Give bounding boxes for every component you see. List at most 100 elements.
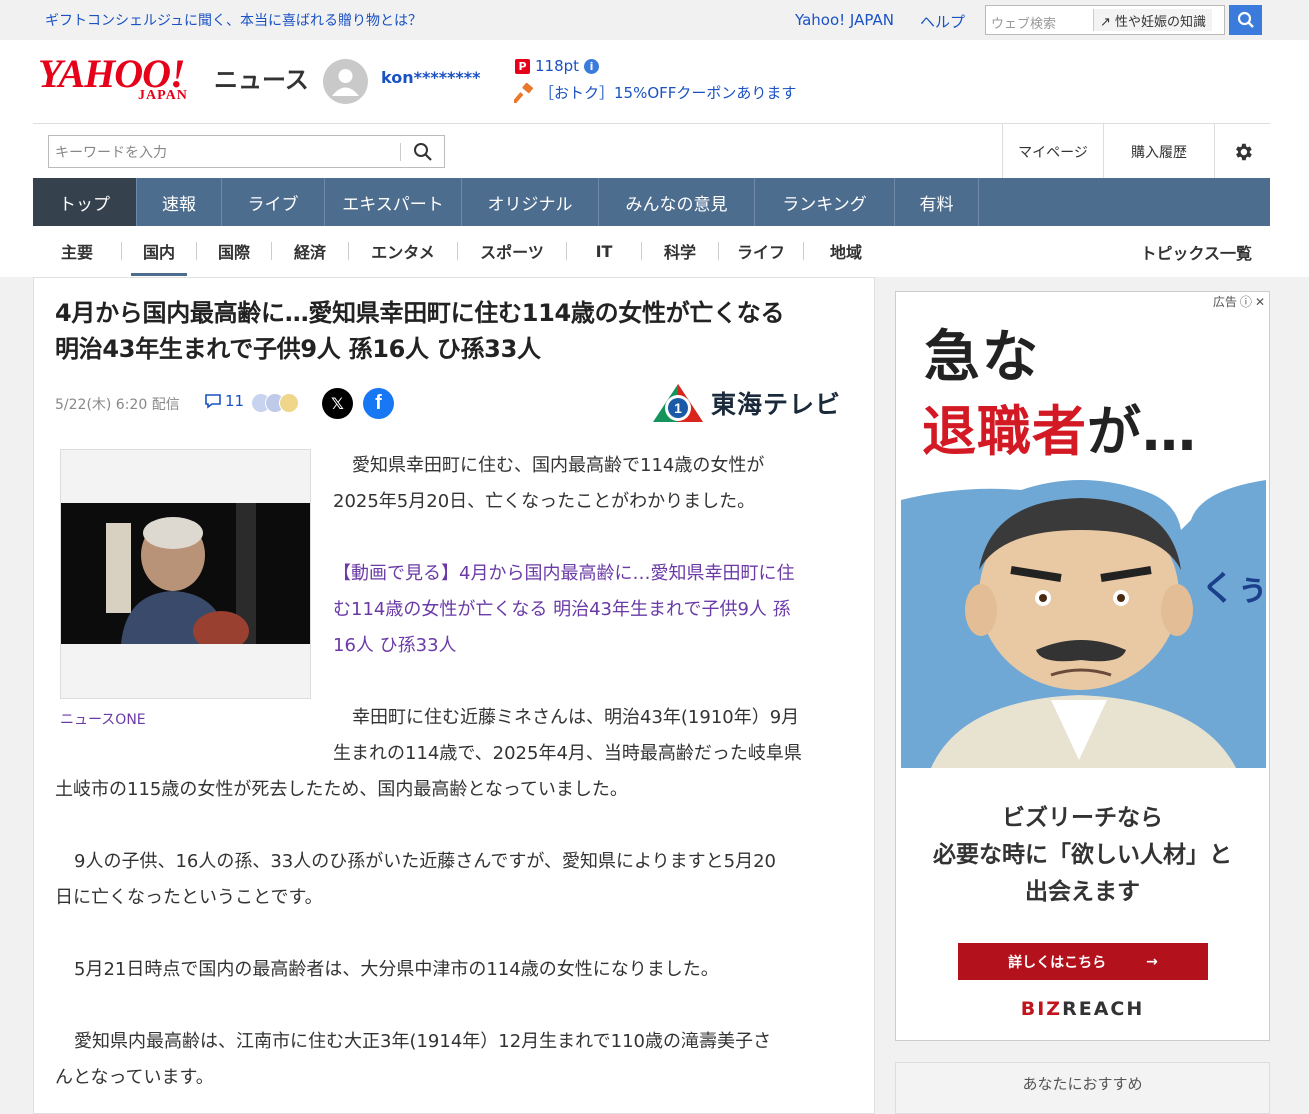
mypage-link[interactable]: マイページ (1002, 124, 1103, 179)
comment-icon (205, 394, 221, 409)
topics-list-link[interactable]: トピックス一覧 (1140, 240, 1252, 264)
paragraph-4: 5月21日時点で国内の最高齢者は、大分県中津市の114歳の女性になりました。 (74, 959, 719, 980)
paragraph-3-line1: 9人の子供、16人の孫、33人のひ孫がいた近藤さんですが、愛知県によりますと5月… (74, 851, 776, 872)
ad-copy-line1: ビズリーチなら (1002, 805, 1163, 831)
ad-headline-2: 退職者が… (922, 387, 1197, 466)
user-icon (332, 69, 359, 96)
ad-headline-1: 急な (924, 325, 1040, 390)
keyword-placeholder: キーワードを入力 (55, 145, 167, 161)
photo-caption[interactable]: ニュースONE (60, 709, 146, 729)
yahoo-news-logo[interactable]: YAHOO! JAPAN ニュース (38, 54, 309, 104)
category-entertainment[interactable]: エンタメ (349, 226, 457, 276)
nav-breaking[interactable]: 速報 (137, 178, 222, 226)
keyword-search-input[interactable]: キーワードを入力 (48, 135, 445, 168)
paypay-points-icon: P (515, 58, 530, 74)
top-bar: ギフトコンシェルジュに聞く、本当に喜ばれる贈り物とは？ Yahoo! JAPAN… (33, 0, 1270, 40)
web-search-input[interactable]: ウェブ検索 ↗ 性や妊娠の知識 (985, 5, 1225, 35)
category-main[interactable]: 主要 (33, 226, 121, 276)
coupon-label: ［おトク］15%OFFクーポンあります (539, 84, 797, 102)
nav-live[interactable]: ライブ (222, 178, 325, 226)
article-title: 4月から国内最高齢に…愛知県幸田町に住む114歳の女性が亡くなる 明治43年生ま… (55, 295, 863, 367)
ad-headline-2-black: が… (1087, 400, 1197, 463)
category-international[interactable]: 国際 (197, 226, 271, 276)
nav-opinions[interactable]: みんなの意見 (599, 178, 755, 226)
category-sports[interactable]: スポーツ (458, 226, 566, 276)
close-icon[interactable]: ✕ (1255, 295, 1265, 309)
video-link-line3: 16人 ひ孫33人 (333, 635, 457, 656)
elderly-woman-photo-icon (61, 503, 310, 644)
category-life[interactable]: ライフ (719, 226, 803, 276)
avatar[interactable] (323, 59, 368, 104)
ad-brand-logo: BIZREACH (896, 998, 1269, 1020)
category-nav: 主要 国内 国際 経済 エンタメ スポーツ IT 科学 ライフ 地域 トピックス… (33, 226, 1270, 276)
ad-copy-line3: 出会えます (1025, 879, 1140, 905)
gear-icon (1235, 143, 1252, 160)
nav-top[interactable]: トップ (33, 178, 137, 226)
paragraph-2: 幸田町に住む近藤ミネさんは、明治43年(1910年）9月 生まれの114歳で、2… (333, 700, 802, 772)
source-name: 東海テレビ (711, 390, 842, 419)
points-display[interactable]: P 118pt i (515, 57, 600, 75)
search-icon (1237, 11, 1254, 28)
photo-image (61, 503, 310, 644)
share-facebook-button[interactable]: f (363, 388, 394, 419)
video-link-line2: む114歳の女性が亡くなる 明治43年生まれで子供9人 孫 (333, 599, 791, 620)
category-region[interactable]: 地域 (804, 226, 888, 276)
help-link[interactable]: ヘルプ (920, 11, 965, 32)
publish-date: 5/22(木) 6:20 配信 (55, 397, 180, 413)
video-link[interactable]: 【動画で見る】4月から国内最高齢に…愛知県幸田町に住 む114歳の女性が亡くなる… (333, 556, 794, 664)
paragraph-3: 9人の子供、16人の孫、33人のひ孫がいた近藤さんですが、愛知県によりますと5月… (55, 844, 776, 916)
category-domestic[interactable]: 国内 (131, 226, 187, 276)
ad-cta-button[interactable]: 詳しくはこちら → (958, 943, 1208, 980)
purchase-history-link[interactable]: 購入履歴 (1103, 124, 1214, 179)
comments-link[interactable]: 11 (204, 392, 244, 410)
search-icon[interactable] (413, 142, 433, 162)
ad-copy-line2: 必要な時に「欲しい人材」と (933, 842, 1232, 868)
ad-cta-label: 詳しくはこちら (1008, 954, 1107, 971)
recommendations-title: あなたにおすすめ (1022, 1075, 1143, 1093)
divider (121, 242, 122, 260)
ad-headline-2-red: 退職者 (922, 400, 1087, 463)
nav-original[interactable]: オリジナル (462, 178, 599, 226)
global-nav: トップ 速報 ライブ エキスパート オリジナル みんなの意見 ランキング 有料 (33, 178, 1270, 226)
paragraph-1-line2: 2025年5月20日、亡くなったことがわかりました。 (333, 491, 756, 512)
nav-ranking[interactable]: ランキング (755, 178, 895, 226)
ad-sfx: くぅ… (1201, 569, 1266, 609)
article-title-line1: 4月から国内最高齢に…愛知県幸田町に住む114歳の女性が亡くなる (55, 299, 785, 327)
source-logo[interactable]: 1 東海テレビ (651, 382, 841, 424)
article-photo[interactable] (60, 449, 311, 699)
yahoo-japan-link[interactable]: Yahoo! JAPAN (795, 11, 894, 29)
arrow-right-icon: → (1146, 953, 1158, 970)
nav-expert[interactable]: エキスパート (325, 178, 462, 226)
paragraph-1-line1: 愛知県幸田町に住む、国内最高齢で114歳の女性が (352, 455, 765, 476)
nav-paid[interactable]: 有料 (895, 178, 979, 226)
username-link[interactable]: kon******** (381, 68, 481, 87)
web-search-button[interactable] (1229, 5, 1262, 35)
promo-link[interactable]: ギフトコンシェルジュに聞く、本当に喜ばれる贈り物とは？ (45, 10, 422, 30)
category-science[interactable]: 科学 (642, 226, 718, 276)
coupon-link[interactable]: ［おトク］15%OFFクーポンあります (514, 82, 796, 103)
paragraph-1: 愛知県幸田町に住む、国内最高齢で114歳の女性が 2025年5月20日、亡くなっ… (333, 448, 764, 520)
paragraph-5-line1: 愛知県内最高齢は、江南市に住む大正3年(1914年）12月生まれで110歳の滝壽… (74, 1031, 772, 1052)
category-it[interactable]: IT (567, 226, 641, 276)
header: YAHOO! JAPAN ニュース kon******** P 118pt i … (0, 40, 1309, 277)
search-suggestion-label: 性や妊娠の知識 (1115, 15, 1207, 30)
advertisement[interactable]: 広告 ⓘ ✕ 急な 退職者が… くぅ… ビズリーチなら 必要な時に「欲しい人材」… (895, 291, 1270, 1041)
ad-label[interactable]: 広告 ⓘ ✕ (1213, 293, 1265, 310)
ad-info-icon[interactable]: ⓘ (1240, 293, 1252, 310)
search-suggestion-chip[interactable]: ↗ 性や妊娠の知識 (1093, 9, 1213, 31)
reaction-faces[interactable] (251, 393, 299, 413)
divider (400, 143, 401, 161)
paragraph-2-line2: 生まれの114歳で、2025年4月、当時最高齢だった岐阜県 (333, 743, 802, 764)
logo-japan: JAPAN (138, 88, 188, 103)
hammer-icon (514, 82, 533, 103)
info-icon[interactable]: i (584, 58, 600, 74)
category-economy[interactable]: 経済 (272, 226, 348, 276)
facebook-icon: f (375, 392, 382, 414)
settings-button[interactable] (1214, 124, 1270, 179)
share-x-button[interactable]: 𝕏 (322, 388, 353, 419)
paragraph-3-line2: 日に亡くなったということです。 (55, 887, 323, 908)
article-title-line2: 明治43年生まれで子供9人 孫16人 ひ孫33人 (55, 335, 541, 363)
header-links: マイページ 購入履歴 (1002, 124, 1270, 179)
video-link-line1: 【動画で見る】4月から国内最高齢に…愛知県幸田町に住 (333, 563, 795, 584)
paragraph-5-line2: んとなっています。 (55, 1067, 214, 1088)
